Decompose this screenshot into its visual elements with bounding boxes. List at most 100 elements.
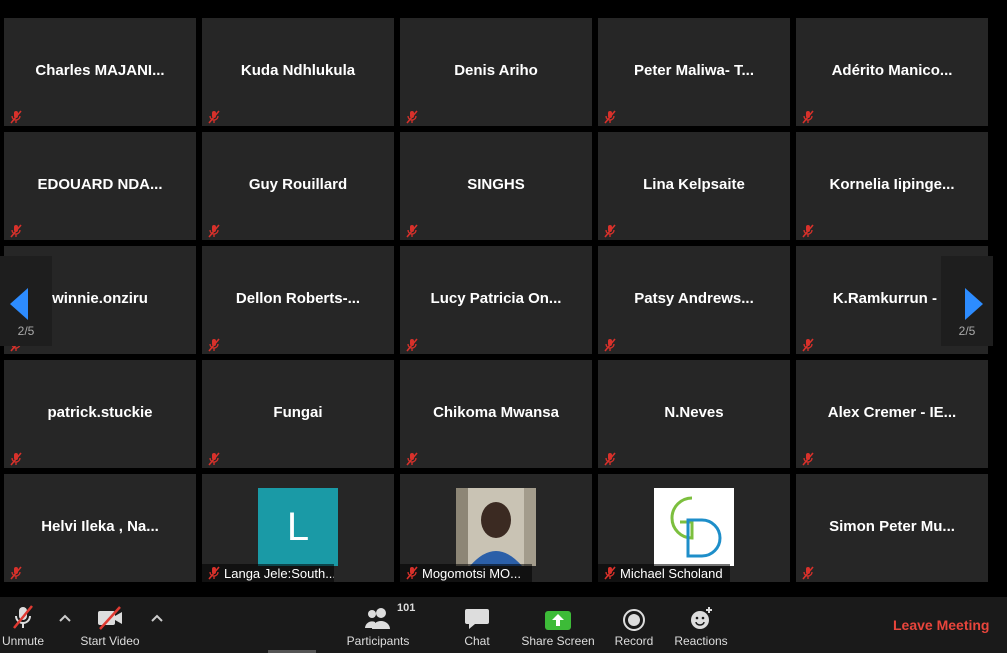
muted-mic-icon (603, 452, 617, 466)
participant-avatar-letter: L (258, 488, 338, 566)
participant-tile[interactable]: Lina Kelpsaite (598, 132, 790, 240)
video-options-chevron-up-icon[interactable] (148, 609, 166, 627)
muted-mic-icon (603, 566, 617, 580)
participant-name: Denis Ariho (454, 62, 538, 79)
participant-tile[interactable]: Adérito Manico... (796, 18, 988, 126)
participant-tile[interactable]: Kuda Ndhlukula (202, 18, 394, 126)
chat-button[interactable]: Chat (457, 597, 497, 653)
share-screen-button[interactable]: Share Screen (521, 597, 595, 653)
participant-name: Langa Jele:South... (224, 565, 334, 581)
participant-name: Chikoma Mwansa (433, 404, 559, 421)
record-label: Record (614, 634, 654, 648)
muted-mic-icon (405, 338, 419, 352)
chat-label: Chat (464, 634, 490, 648)
participant-tile[interactable]: Simon Peter Mu... (796, 474, 988, 582)
muted-mic-icon (603, 338, 617, 352)
reactions-label: Reactions (674, 634, 728, 648)
participant-tile[interactable]: SINGHS (400, 132, 592, 240)
participant-name: Lucy Patricia On... (430, 290, 562, 307)
muted-mic-icon (207, 338, 221, 352)
participant-tile[interactable]: Mogomotsi MO... (400, 474, 592, 582)
record-icon (623, 609, 645, 631)
participant-tile[interactable]: Kornelia Iipinge... (796, 132, 988, 240)
reaction-emoji-icon (691, 607, 712, 629)
participant-tile[interactable]: patrick.stuckie (4, 360, 196, 468)
record-button[interactable]: Record (612, 597, 656, 653)
start-video-button[interactable]: Start Video (80, 597, 140, 653)
share-screen-icon (545, 611, 571, 630)
participant-name: Adérito Manico... (831, 62, 953, 79)
page-indicator-left: 2/5 (17, 324, 35, 338)
participants-icon (365, 608, 390, 629)
participant-tile[interactable]: EDOUARD NDA... (4, 132, 196, 240)
participant-tile[interactable]: N.Neves (598, 360, 790, 468)
reactions-button[interactable]: Reactions (673, 597, 729, 653)
muted-mic-icon (9, 566, 23, 580)
unmute-button[interactable]: Unmute (0, 597, 46, 653)
chat-bubble-icon (465, 609, 489, 629)
participant-tile[interactable]: Alex Cremer - IE... (796, 360, 988, 468)
muted-mic-icon (207, 452, 221, 466)
muted-mic-icon (603, 224, 617, 238)
participant-name: Alex Cremer - IE... (827, 404, 957, 421)
participant-name-bar: Langa Jele:South... (202, 564, 334, 582)
participant-name: Fungai (273, 404, 323, 421)
company-logo-icon (654, 488, 734, 566)
participant-tile[interactable]: Guy Rouillard (202, 132, 394, 240)
participant-tile[interactable]: Patsy Andrews... (598, 246, 790, 354)
muted-mic-icon (603, 110, 617, 124)
muted-mic-icon (207, 224, 221, 238)
muted-mic-icon (207, 110, 221, 124)
muted-mic-icon (801, 566, 815, 580)
muted-mic-icon (801, 224, 815, 238)
participant-name: Dellon Roberts-... (235, 290, 361, 307)
page-indicator-right: 2/5 (958, 324, 976, 338)
participant-tile[interactable]: Peter Maliwa- T... (598, 18, 790, 126)
participant-tile[interactable]: Denis Ariho (400, 18, 592, 126)
leave-meeting-button[interactable]: Leave Meeting (893, 617, 989, 633)
participant-name: Charles MAJANI... (35, 62, 165, 79)
participant-name-bar: Mogomotsi MO... (400, 564, 532, 582)
participant-name: Guy Rouillard (248, 176, 348, 193)
participant-name: patrick.stuckie (47, 404, 153, 421)
participant-name: Michael Scholand (620, 565, 723, 581)
participant-tile[interactable]: L Langa Jele:South... (202, 474, 394, 582)
next-page-button[interactable]: 2/5 (941, 256, 993, 346)
participant-name: Mogomotsi MO... (422, 565, 521, 581)
start-video-label: Start Video (80, 634, 140, 648)
muted-mic-icon (405, 224, 419, 238)
muted-mic-icon (13, 605, 33, 629)
participant-name: Kornelia Iipinge... (829, 176, 955, 193)
participant-name: Kuda Ndhlukula (240, 62, 356, 79)
person-photo-icon (456, 488, 536, 566)
muted-mic-icon (801, 110, 815, 124)
audio-options-chevron-up-icon[interactable] (56, 609, 74, 627)
unmute-label: Unmute (1, 634, 45, 648)
muted-mic-icon (405, 566, 419, 580)
participant-name-bar: Michael Scholand (598, 564, 730, 582)
participant-name: SINGHS (467, 176, 525, 193)
muted-mic-icon (405, 452, 419, 466)
muted-mic-icon (9, 110, 23, 124)
participant-name: Patsy Andrews... (634, 290, 754, 307)
participant-name: Helvi Ileka , Na... (41, 518, 159, 535)
participant-tile[interactable]: Charles MAJANI... (4, 18, 196, 126)
avatar-letter: L (286, 504, 310, 549)
participant-tile[interactable]: Chikoma Mwansa (400, 360, 592, 468)
participant-tile[interactable]: Lucy Patricia On... (400, 246, 592, 354)
participant-tile[interactable]: Dellon Roberts-... (202, 246, 394, 354)
muted-mic-icon (207, 566, 221, 580)
muted-mic-icon (9, 224, 23, 238)
previous-page-button[interactable]: 2/5 (0, 256, 52, 346)
share-screen-label: Share Screen (521, 634, 595, 648)
participant-tile[interactable]: Helvi Ileka , Na... (4, 474, 196, 582)
muted-mic-icon (801, 452, 815, 466)
participant-name: N.Neves (664, 404, 724, 421)
muted-mic-icon (9, 452, 23, 466)
participant-tile[interactable]: Michael Scholand (598, 474, 790, 582)
gallery-view: Charles MAJANI... Kuda Ndhlukula Denis Ari… (0, 0, 1007, 597)
participants-count: 101 (397, 602, 416, 614)
participant-tile[interactable]: Fungai (202, 360, 394, 468)
muted-mic-icon (801, 338, 815, 352)
participant-name: Simon Peter Mu... (829, 518, 955, 535)
